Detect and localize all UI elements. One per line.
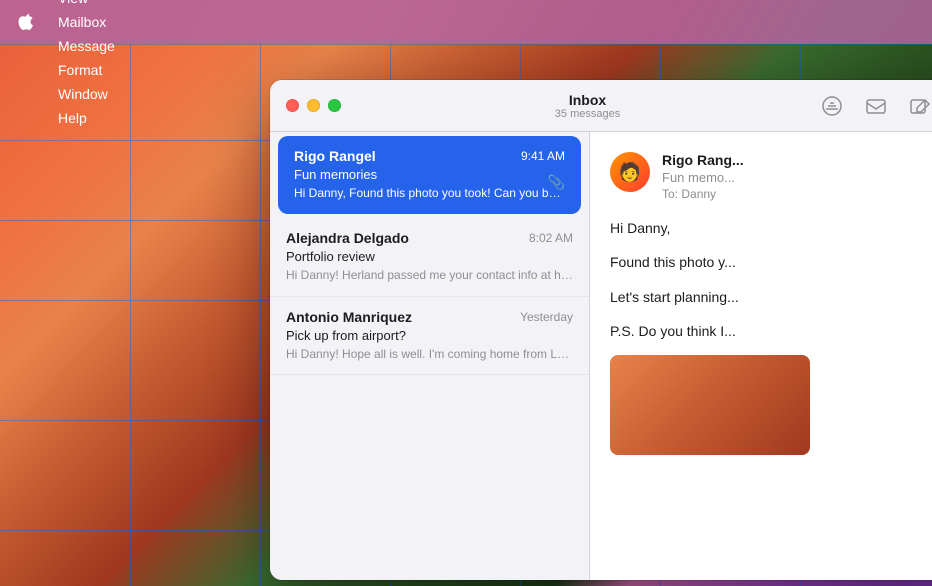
- menu-item-help[interactable]: Help: [48, 106, 125, 130]
- menu-item-mailbox[interactable]: Mailbox: [48, 10, 125, 34]
- close-button[interactable]: [286, 99, 299, 112]
- message-header: Antonio Manriquez Yesterday: [286, 309, 573, 325]
- title-bar: Inbox 35 messages: [270, 80, 932, 132]
- window-title-area: Inbox 35 messages: [357, 92, 818, 120]
- maximize-button[interactable]: [328, 99, 341, 112]
- message-preview: Hi Danny! Hope all is well. I'm coming h…: [286, 346, 573, 363]
- message-sender: Rigo Rangel: [294, 148, 376, 164]
- menu-item-window[interactable]: Window: [48, 82, 125, 106]
- menu-item-format[interactable]: Format: [48, 58, 125, 82]
- body-paragraph: P.S. Do you think I...: [610, 320, 930, 342]
- menu-item-message[interactable]: Message: [48, 34, 125, 58]
- message-item-msg-1[interactable]: Rigo Rangel 9:41 AM Fun memories Hi Dann…: [278, 136, 581, 214]
- body-paragraph: Hi Danny,: [610, 217, 930, 239]
- message-subject: Pick up from airport?: [286, 328, 573, 343]
- window-title-text: Inbox: [357, 92, 818, 108]
- message-subject: Fun memories: [294, 167, 565, 182]
- detail-image: [610, 355, 810, 455]
- message-preview: Hi Danny! Herland passed me your contact…: [286, 267, 573, 284]
- mailbox-button[interactable]: [862, 92, 890, 120]
- detail-sender-info: Rigo Rang... Fun memo... To: Danny: [662, 152, 930, 201]
- detail-body: Hi Danny, Found this photo y... Let's star…: [610, 217, 930, 343]
- sender-avatar: 🧑: [610, 152, 650, 192]
- message-sender: Alejandra Delgado: [286, 230, 409, 246]
- message-header: Alejandra Delgado 8:02 AM: [286, 230, 573, 246]
- body-paragraph: Let's start planning...: [610, 286, 930, 308]
- minimize-button[interactable]: [307, 99, 320, 112]
- menu-item-view[interactable]: View: [48, 0, 125, 10]
- window-subtitle: 35 messages: [357, 108, 818, 120]
- menubar: MailFileEditViewMailboxMessageFormatWind…: [0, 0, 932, 44]
- message-time: 8:02 AM: [529, 231, 573, 245]
- message-detail: 🧑 Rigo Rang... Fun memo... To: Danny Hi …: [590, 132, 932, 580]
- message-sender: Antonio Manriquez: [286, 309, 412, 325]
- mail-window: Inbox 35 messages: [270, 80, 932, 580]
- to-label: To:: [662, 187, 678, 201]
- detail-subject: Fun memo...: [662, 170, 930, 185]
- menubar-items: MailFileEditViewMailboxMessageFormatWind…: [48, 0, 125, 130]
- filter-button[interactable]: [818, 92, 846, 120]
- window-body: Rigo Rangel 9:41 AM Fun memories Hi Dann…: [270, 132, 932, 580]
- message-time: Yesterday: [520, 310, 573, 324]
- detail-sender-name: Rigo Rang...: [662, 152, 930, 168]
- message-time: 9:41 AM: [521, 149, 565, 163]
- message-subject: Portfolio review: [286, 249, 573, 264]
- detail-to: To: Danny: [662, 187, 930, 201]
- body-paragraph: Found this photo y...: [610, 251, 930, 273]
- message-header: Rigo Rangel 9:41 AM: [294, 148, 565, 164]
- traffic-lights: [286, 99, 341, 112]
- message-preview: Hi Danny, Found this photo you took! Can…: [294, 185, 565, 202]
- compose-button[interactable]: [906, 92, 932, 120]
- message-item-msg-3[interactable]: Antonio Manriquez Yesterday Pick up from…: [270, 297, 589, 376]
- message-item-msg-2[interactable]: Alejandra Delgado 8:02 AM Portfolio revi…: [270, 218, 589, 297]
- detail-header: 🧑 Rigo Rang... Fun memo... To: Danny: [610, 152, 930, 201]
- message-list[interactable]: Rigo Rangel 9:41 AM Fun memories Hi Dann…: [270, 132, 590, 580]
- apple-menu-button[interactable]: [12, 8, 40, 36]
- to-value: Danny: [681, 187, 716, 201]
- attachment-icon: 📎: [548, 174, 565, 191]
- title-actions: [818, 92, 932, 120]
